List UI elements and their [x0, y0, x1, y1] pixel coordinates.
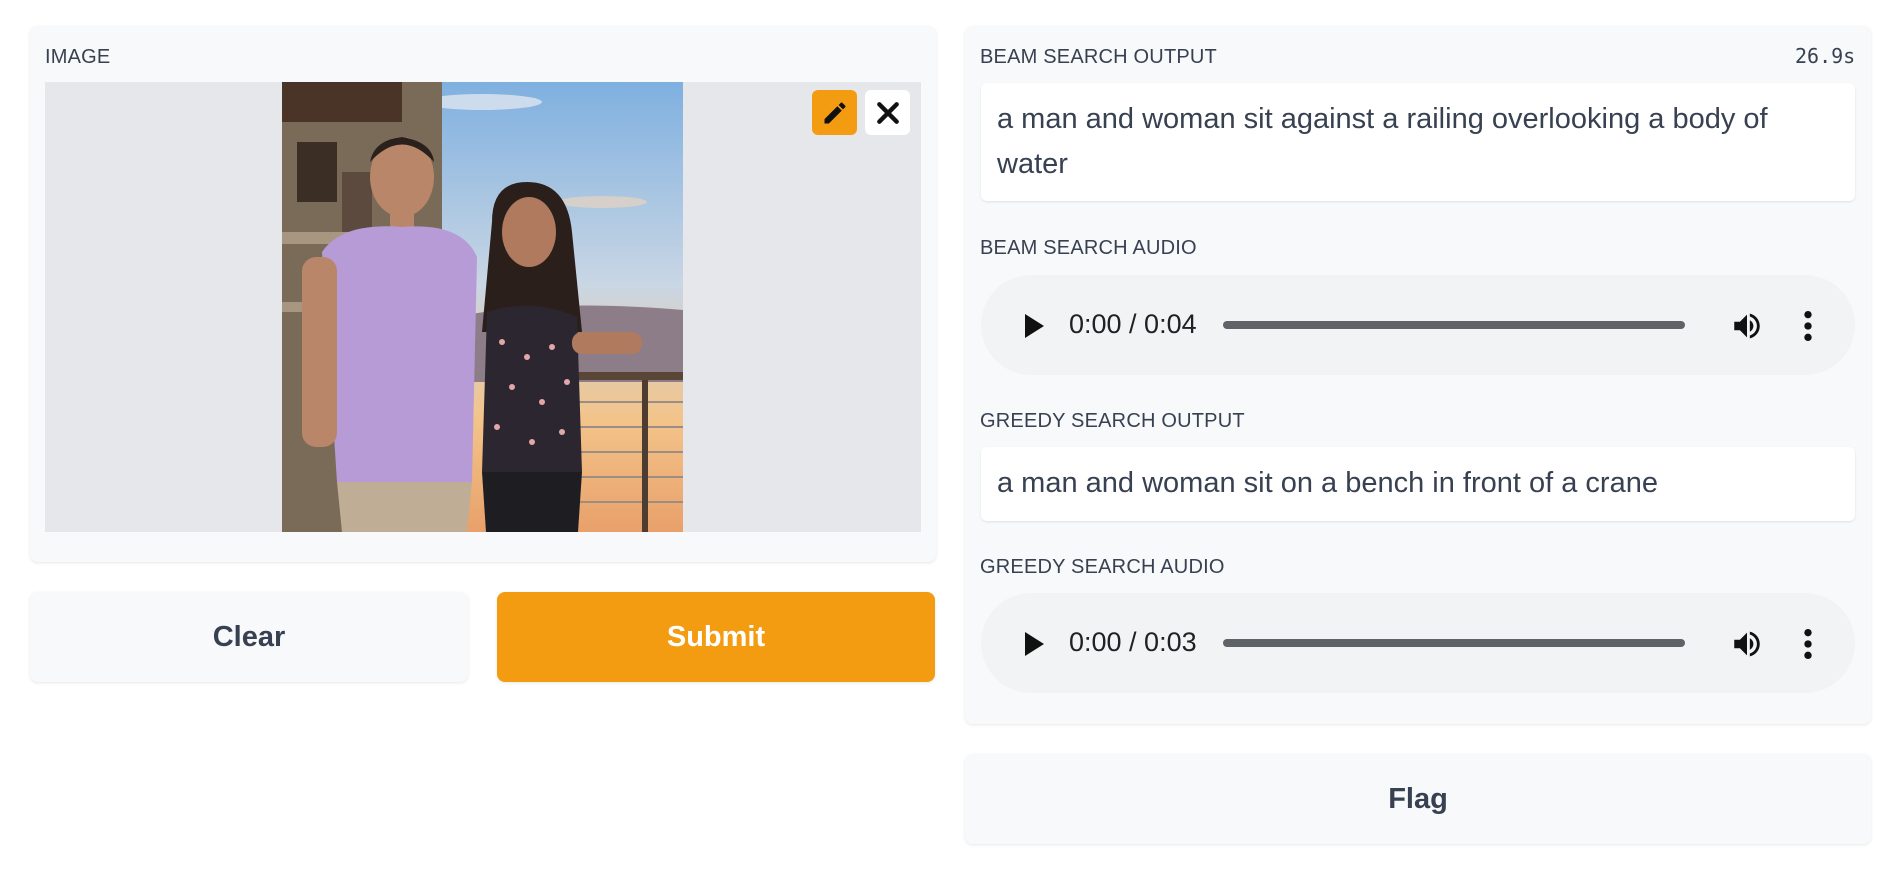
greedy-play-button[interactable] [1019, 629, 1049, 659]
beam-play-button[interactable] [1019, 311, 1049, 341]
beam-audio-time: 0:00 / 0:04 [1069, 309, 1197, 339]
uploaded-photo [282, 82, 683, 532]
submit-button[interactable]: Submit [497, 592, 935, 682]
pencil-icon [824, 101, 845, 123]
flag-button[interactable]: Flag [965, 754, 1871, 844]
play-icon [1025, 632, 1044, 656]
greedy-audio-label: GREEDY SEARCH AUDIO [980, 556, 1225, 578]
beam-audio-player[interactable]: 0:00 / 0:04 [981, 275, 1855, 375]
volume-icon[interactable] [1729, 627, 1765, 661]
beam-output-textbox: a man and woman sit against a railing ov… [981, 83, 1855, 201]
greedy-audio-player[interactable]: 0:00 / 0:03 [981, 593, 1855, 693]
remove-image-button[interactable] [865, 90, 910, 135]
elapsed-timer: 26.9s [1795, 44, 1856, 68]
greedy-output-textbox: a man and woman sit on a bench in front … [981, 447, 1855, 521]
greedy-audio-progress[interactable] [1223, 639, 1685, 647]
play-icon [1025, 314, 1044, 338]
beam-audio-progress[interactable] [1223, 321, 1685, 329]
image-dropzone[interactable] [45, 82, 921, 532]
clear-button[interactable]: Clear [30, 592, 468, 682]
beam-output-label: BEAM SEARCH OUTPUT [980, 46, 1217, 68]
greedy-output-label: GREEDY SEARCH OUTPUT [980, 410, 1245, 432]
volume-icon[interactable] [1729, 309, 1765, 343]
image-label: IMAGE [45, 46, 111, 68]
close-icon [876, 101, 899, 124]
more-options-icon[interactable] [1798, 309, 1818, 343]
greedy-audio-time: 0:00 / 0:03 [1069, 627, 1197, 657]
beam-audio-label: BEAM SEARCH AUDIO [980, 237, 1197, 259]
more-options-icon[interactable] [1798, 627, 1818, 661]
edit-button[interactable] [812, 90, 857, 135]
